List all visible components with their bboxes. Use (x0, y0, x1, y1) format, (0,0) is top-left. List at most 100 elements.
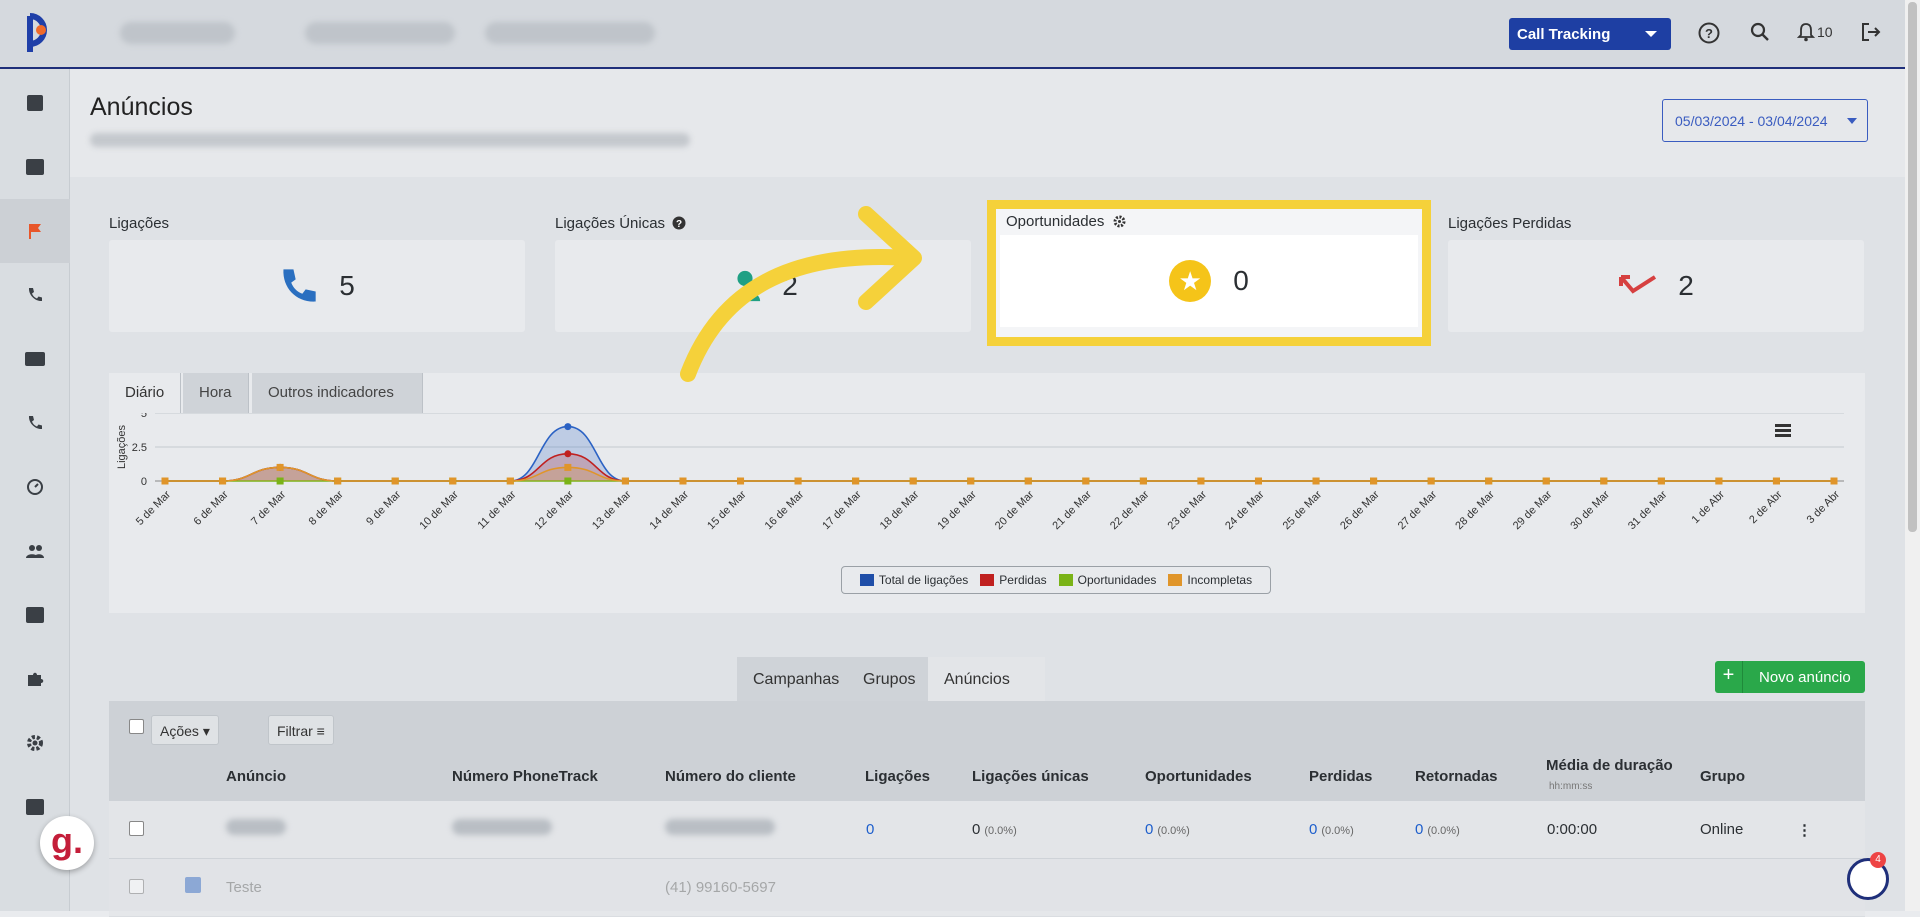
table-row[interactable]: 0 0 (0.0%) 0 (0.0%) 0 (0.0%) 0 (0.0%) 0:00:0… (109, 801, 1865, 859)
col-retornadas[interactable]: Retornadas (1415, 768, 1498, 785)
legend-swatch (980, 574, 995, 586)
col-media-duracao[interactable]: Média de duração (1546, 757, 1673, 774)
logout-icon[interactable] (1860, 21, 1882, 43)
x-tick-label: 13 de Mar (590, 488, 634, 532)
kpi-perdidas-card: 2 (1448, 240, 1864, 332)
search-icon[interactable] (1750, 22, 1770, 42)
sidebar-item-settings[interactable] (0, 711, 70, 775)
chart-menu-icon[interactable] (1775, 424, 1791, 439)
cell-unicas-value: 0 (972, 821, 981, 838)
row-checkbox[interactable] (129, 879, 144, 894)
sidebar-item-speed[interactable] (0, 455, 70, 519)
call-tracking-label: Call Tracking (1517, 26, 1611, 43)
x-tick-label: 15 de Mar (705, 488, 749, 532)
legend-item-total[interactable]: Total de ligações (859, 573, 968, 587)
cell-perdidas-pct: (0.0%) (1321, 825, 1354, 837)
x-tick-label: 17 de Mar (820, 488, 864, 532)
legend-item-incompletas[interactable]: Incompletas (1168, 573, 1252, 587)
help-icon[interactable]: ? (672, 216, 686, 230)
cell-unicas-pct: (0.0%) (984, 825, 1017, 837)
date-range-picker[interactable]: 05/03/2024 - 03/04/2024 (1662, 99, 1868, 142)
x-tick-label: 24 de Mar (1223, 488, 1267, 532)
row-menu-icon[interactable]: ⋮ (1797, 821, 1812, 839)
col-numero-phonetrack[interactable]: Número PhoneTrack (452, 768, 598, 785)
sidebar-item-company[interactable] (0, 135, 70, 199)
phone-icon (28, 288, 42, 302)
help-icon[interactable]: ? (1698, 22, 1720, 44)
notifications-button[interactable]: 10 (1797, 22, 1833, 42)
chat-unread-count: 4 (1870, 852, 1886, 868)
gear-icon[interactable] (1113, 215, 1126, 228)
sidebar-item-users[interactable] (0, 519, 70, 583)
dashboard-icon (27, 95, 43, 111)
x-tick-label: 10 de Mar (417, 488, 461, 532)
missed-call-icon (1619, 275, 1657, 294)
x-tick-label: 22 de Mar (1108, 488, 1152, 532)
tab-campanhas[interactable]: Campanhas (737, 657, 847, 701)
tab-grupos[interactable]: Grupos (847, 657, 928, 701)
cell-perdidas-value[interactable]: 0 (1309, 821, 1317, 838)
select-all-checkbox[interactable] (129, 719, 144, 734)
tab-outros-indicadores[interactable]: Outros indicadores (252, 373, 423, 413)
filter-icon: ≡ (316, 723, 325, 739)
row-checkbox[interactable] (129, 821, 144, 836)
blurred-selector-2[interactable] (305, 22, 455, 44)
y-tick-label: 5 (141, 413, 147, 420)
tab-diario[interactable]: Diário (109, 373, 182, 413)
col-numero-cliente[interactable]: Número do cliente (665, 768, 796, 785)
tab-hora[interactable]: Hora (183, 373, 249, 413)
sidebar-item-integrations[interactable] (0, 647, 70, 711)
g-assistant-badge[interactable]: g. (40, 816, 94, 870)
x-tick-label: 29 de Mar (1511, 488, 1555, 532)
cell-retornadas: 0 (0.0%) (1415, 821, 1460, 838)
contact-card-icon (25, 352, 45, 366)
x-tick-label: 30 de Mar (1568, 488, 1612, 532)
x-tick-label: 21 de Mar (1050, 488, 1094, 532)
scrollbar-thumb[interactable] (1908, 2, 1917, 532)
kpi-oportunidades-highlight: Oportunidades ★ 0 (987, 200, 1431, 346)
col-ligacoes-unicas[interactable]: Ligações únicas (972, 768, 1089, 785)
legend-swatch (1168, 574, 1183, 586)
col-ligacoes[interactable]: Ligações (865, 768, 930, 785)
phonetrack-logo[interactable] (22, 12, 58, 54)
blurred-selector-1[interactable] (120, 22, 235, 44)
sidebar-item-phone[interactable] (0, 391, 70, 455)
series-area (165, 426, 1834, 481)
data-point (1657, 477, 1665, 485)
col-anuncio[interactable]: Anúncio (226, 768, 286, 785)
actions-dropdown[interactable]: Ações ▾ (151, 715, 219, 745)
sidebar-item-contacts[interactable] (0, 327, 70, 391)
sidebar-item-ads[interactable] (0, 199, 70, 263)
col-grupo[interactable]: Grupo (1700, 768, 1745, 785)
col-perdidas[interactable]: Perdidas (1309, 768, 1372, 785)
cell-ligacoes[interactable]: 0 (866, 821, 874, 838)
x-tick-label: 12 de Mar (532, 488, 576, 532)
cell-anuncio[interactable]: Teste (226, 879, 262, 896)
sidebar-item-calls[interactable] (0, 263, 70, 327)
cell-oport-value[interactable]: 0 (1145, 821, 1153, 838)
kpi-ligacoes-label: Ligações (109, 215, 170, 232)
new-ad-button[interactable]: + Novo anúncio (1715, 661, 1865, 693)
data-point (737, 477, 745, 485)
phone-icon (283, 269, 316, 302)
legend-item-perdidas[interactable]: Perdidas (980, 573, 1047, 587)
page-title: Anúncios (90, 93, 193, 121)
plus-icon: + (1715, 661, 1743, 693)
blurred-selector-3[interactable] (485, 22, 655, 44)
x-tick-label: 18 de Mar (878, 488, 922, 532)
x-tick-label: 8 de Mar (307, 488, 346, 527)
col-oportunidades[interactable]: Oportunidades (1145, 768, 1252, 785)
call-tracking-dropdown[interactable]: Call Tracking (1509, 18, 1671, 50)
x-tick-label: 20 de Mar (993, 488, 1037, 532)
legend-item-oportunidades[interactable]: Oportunidades (1058, 573, 1156, 587)
page-header: Anúncios 05/03/2024 - 03/04/2024 (70, 69, 1905, 177)
cell-retornadas-value[interactable]: 0 (1415, 821, 1423, 838)
tab-anuncios[interactable]: Anúncios (928, 657, 1045, 701)
sidebar-item-reports[interactable] (0, 583, 70, 647)
y-axis-label: Ligações (116, 424, 128, 469)
kpi-ligacoes-card: 5 (109, 240, 525, 332)
user-icon (730, 270, 761, 302)
sidebar-item-dashboard[interactable] (0, 71, 70, 135)
table-row[interactable]: Teste (41) 99160-5697 (109, 859, 1865, 917)
filter-button[interactable]: Filtrar ≡ (268, 715, 334, 745)
